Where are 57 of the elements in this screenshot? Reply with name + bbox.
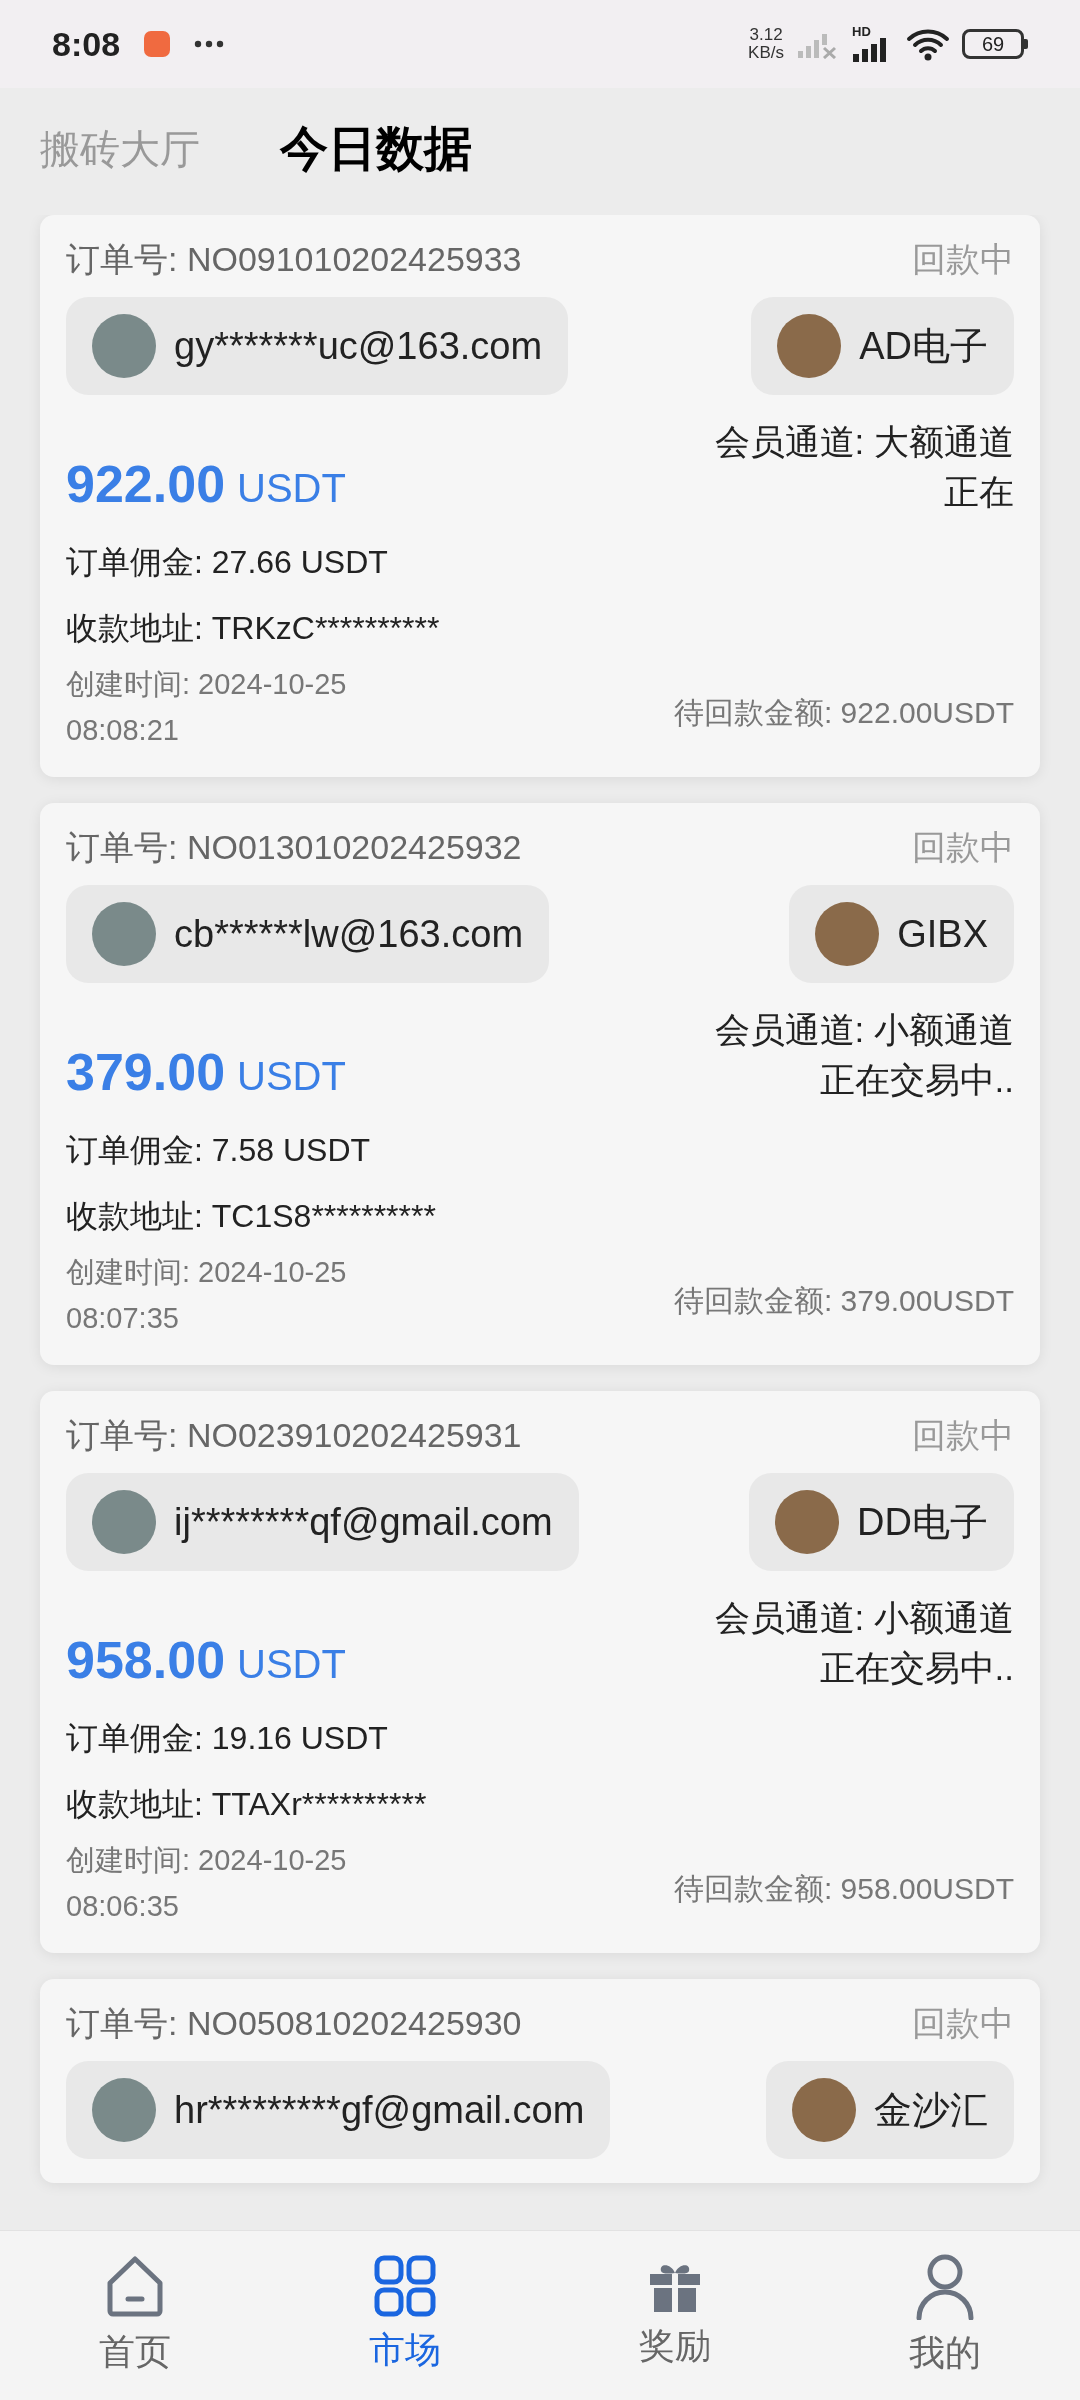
order-amount: 379.00 [66, 1042, 226, 1103]
status-time: 8:08 [52, 23, 121, 65]
address-text: 收款地址: TRKzC********** [66, 609, 440, 648]
commission-text: 订单佣金: 19.16 USDT [66, 1719, 389, 1758]
order-number: 订单号: NO091010202425933 [66, 238, 522, 280]
created-date: 创建时间: 2024-10-25 [66, 1255, 347, 1290]
network-speed-unit: KB/s [748, 44, 784, 62]
grid-icon [374, 2254, 436, 2317]
app-notification-icon [144, 31, 171, 57]
commission-text: 订单佣金: 27.66 USDT [66, 543, 389, 582]
header-tab[interactable]: 今日数据 [280, 112, 472, 185]
currency-label: USDT [237, 465, 346, 512]
platform-name: AD电子 [859, 323, 988, 369]
pending-amount: 待回款金额: 958.00USDT [673, 1870, 1014, 1907]
platform-name: 金沙汇 [874, 2087, 988, 2133]
nav-tab[interactable]: 首页 [0, 2231, 270, 2400]
created-date: 创建时间: 2024-10-25 [66, 667, 347, 702]
order-status: 回款中 [912, 1414, 1014, 1456]
order-number: 订单号: NO013010202425932 [66, 826, 522, 868]
created-time: 08:06:35 [66, 1889, 180, 1924]
hd-label: HD [852, 26, 871, 38]
user-email: gy*******uc@163.com [174, 323, 543, 369]
nav-tab[interactable]: 市场 [270, 2231, 540, 2400]
currency-label: USDT [237, 1053, 346, 1100]
network-speed: 3.12 [749, 26, 783, 44]
nav-tab[interactable]: 奖励 [540, 2231, 810, 2400]
order-amount: 958.00 [66, 1630, 226, 1691]
user-email: hr*********gf@gmail.com [174, 2087, 585, 2133]
battery-level: 69 [981, 34, 1005, 54]
currency-label: USDT [237, 1641, 346, 1688]
order-status: 回款中 [912, 826, 1014, 868]
platform-name: DD电子 [857, 1499, 988, 1545]
trade-status: 正在 [944, 471, 1014, 513]
created-date: 创建时间: 2024-10-25 [66, 1843, 347, 1878]
order-status: 回款中 [912, 2002, 1014, 2044]
trade-status: 正在交易中.. [819, 1059, 1014, 1101]
commission-text: 订单佣金: 7.58 USDT [66, 1131, 372, 1170]
channel-text: 会员通道: 小额通道 [714, 1597, 1014, 1639]
order-number: 订单号: NO023910202425931 [66, 1414, 522, 1456]
user-email: ij********qf@gmail.com [174, 1499, 553, 1545]
platform-name: GIBX [897, 911, 988, 957]
order-number: 订单号: NO050810202425930 [66, 2002, 522, 2044]
more-icon [194, 40, 225, 48]
channel-text: 会员通道: 小额通道 [714, 1009, 1014, 1051]
trade-status: 正在交易中.. [819, 1647, 1014, 1689]
channel-text: 会员通道: 大额通道 [714, 421, 1014, 463]
created-time: 08:08:21 [66, 713, 180, 748]
created-time: 08:07:35 [66, 1301, 180, 1336]
user-email: cb******lw@163.com [174, 911, 524, 957]
pending-amount: 待回款金额: 922.00USDT [673, 694, 1014, 731]
order-amount: 922.00 [66, 454, 226, 515]
pending-amount: 待回款金额: 379.00USDT [673, 1282, 1014, 1319]
address-text: 收款地址: TTAXr********** [66, 1785, 427, 1824]
order-status: 回款中 [912, 238, 1014, 280]
address-text: 收款地址: TC1S8********** [66, 1197, 436, 1236]
nav-tab[interactable]: 我的 [810, 2231, 1080, 2400]
wifi-icon [906, 27, 950, 61]
